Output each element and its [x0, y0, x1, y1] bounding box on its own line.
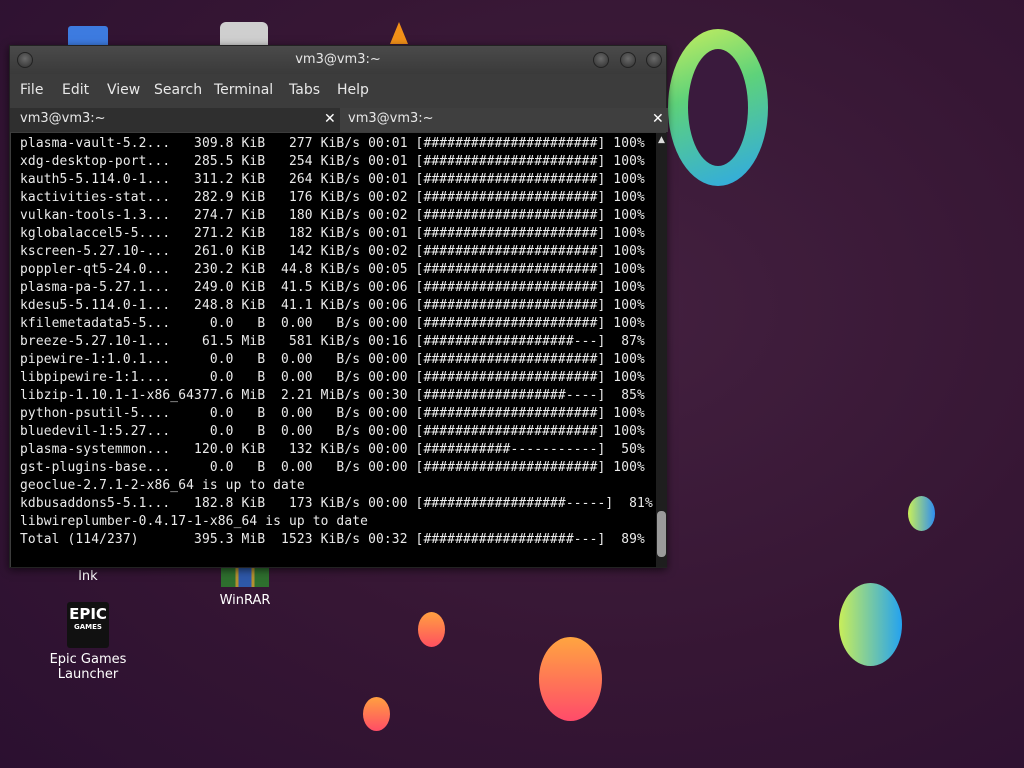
app-icon[interactable]	[220, 22, 268, 46]
terminal-line: bluedevil-1:5.27... 0.0 B 0.00 B/s 00:00…	[20, 424, 645, 439]
epic-logo-subtext: GAMES	[74, 623, 102, 631]
scroll-up-icon[interactable]: ▲	[656, 135, 667, 145]
terminal-line: kdesu5-5.114.0-1... 248.8 KiB 41.1 KiB/s…	[20, 298, 645, 313]
terminal-line: kauth5-5.114.0-1... 311.2 KiB 264 KiB/s …	[20, 172, 645, 187]
terminal-line: Total (114/237) 395.3 MiB 1523 KiB/s 00:…	[20, 532, 645, 547]
terminal-line: kactivities-stat... 282.9 KiB 176 KiB/s …	[20, 190, 645, 205]
desktop-icon-winrar-label[interactable]: WinRAR	[212, 593, 278, 608]
terminal-line: libpipewire-1:1.... 0.0 B 0.00 B/s 00:00…	[20, 370, 645, 385]
tab-1[interactable]: vm3@vm3:~ ✕	[10, 108, 340, 132]
menu-file[interactable]: File	[20, 82, 43, 98]
terminal-line: kdbusaddons5-5.1... 182.8 KiB 173 KiB/s …	[20, 496, 653, 511]
window-title: vm3@vm3:~	[295, 52, 381, 67]
tab-2[interactable]: vm3@vm3:~ ✕	[340, 108, 668, 132]
terminal-line: pipewire-1:1.0.1... 0.0 B 0.00 B/s 00:00…	[20, 352, 645, 367]
wallpaper-bubble	[539, 637, 602, 721]
menubar: File Edit View Search Terminal Tabs Help	[10, 76, 666, 104]
terminal-line: plasma-vault-5.2... 309.8 KiB 277 KiB/s …	[20, 136, 645, 151]
menu-help[interactable]: Help	[337, 82, 369, 98]
terminal-line: kglobalaccel5-5.... 271.2 KiB 182 KiB/s …	[20, 226, 645, 241]
menu-view[interactable]: View	[107, 82, 140, 98]
terminal-line: xdg-desktop-port... 285.5 KiB 254 KiB/s …	[20, 154, 645, 169]
terminal-line: libwireplumber-0.4.17-1-x86_64 is up to …	[20, 514, 369, 529]
folder-icon[interactable]	[68, 26, 108, 46]
menu-terminal[interactable]: Terminal	[214, 82, 273, 98]
terminal-line: geoclue-2.7.1-2-x86_64 is up to date	[20, 478, 305, 493]
terminal-line: vulkan-tools-1.3... 274.7 KiB 180 KiB/s …	[20, 208, 645, 223]
menu-search[interactable]: Search	[154, 82, 202, 98]
terminal-line: breeze-5.27.10-1... 61.5 MiB 581 KiB/s 0…	[20, 334, 645, 349]
desktop-icon-epic-label[interactable]: Epic Games Launcher	[18, 652, 158, 682]
epic-games-icon[interactable]: EPIC GAMES	[67, 602, 109, 648]
terminal-scrollbar[interactable]: ▲	[656, 133, 667, 567]
maximize-icon[interactable]	[620, 52, 636, 68]
close-icon[interactable]	[646, 52, 662, 68]
window-titlebar[interactable]: vm3@vm3:~	[10, 46, 666, 74]
terminal-line: plasma-systemmon... 120.0 KiB 132 KiB/s …	[20, 442, 645, 457]
terminal-line: libzip-1.10.1-1-x86_64377.6 MiB 2.21 MiB…	[20, 388, 645, 403]
wallpaper-bubble	[418, 612, 445, 647]
desktop-icon-lnk-label[interactable]: lnk	[70, 569, 106, 584]
menu-tabs[interactable]: Tabs	[289, 82, 320, 98]
terminal-line: kfilemetadata5-5... 0.0 B 0.00 B/s 00:00…	[20, 316, 645, 331]
minimize-icon[interactable]	[593, 52, 609, 68]
wallpaper-bubble	[908, 496, 935, 531]
terminal-output[interactable]: plasma-vault-5.2... 309.8 KiB 277 KiB/s …	[11, 133, 656, 567]
epic-logo-text: EPIC	[69, 605, 107, 623]
terminal-line: python-psutil-5.... 0.0 B 0.00 B/s 00:00…	[20, 406, 645, 421]
tab-bar: vm3@vm3:~ ✕ vm3@vm3:~ ✕	[10, 108, 668, 132]
terminal-line: gst-plugins-base... 0.0 B 0.00 B/s 00:00…	[20, 460, 645, 475]
terminal-window[interactable]: vm3@vm3:~ File Edit View Search Terminal…	[9, 45, 668, 568]
tab-1-close-icon[interactable]: ✕	[324, 108, 336, 130]
tab-2-label: vm3@vm3:~	[348, 111, 434, 126]
tab-1-label: vm3@vm3:~	[20, 111, 106, 126]
wallpaper-bubble	[363, 697, 390, 731]
terminal-line: poppler-qt5-24.0... 230.2 KiB 44.8 KiB/s…	[20, 262, 645, 277]
scrollbar-thumb[interactable]	[657, 511, 666, 557]
wallpaper-ring	[668, 29, 768, 186]
menu-edit[interactable]: Edit	[62, 82, 89, 98]
wallpaper-bubble	[839, 583, 902, 666]
terminal-line: plasma-pa-5.27.1... 249.0 KiB 41.5 KiB/s…	[20, 280, 645, 295]
winrar-icon[interactable]	[221, 567, 269, 587]
terminal-line: kscreen-5.27.10-... 261.0 KiB 142 KiB/s …	[20, 244, 645, 259]
tab-2-close-icon[interactable]: ✕	[652, 108, 664, 130]
vlc-icon[interactable]	[390, 22, 408, 44]
